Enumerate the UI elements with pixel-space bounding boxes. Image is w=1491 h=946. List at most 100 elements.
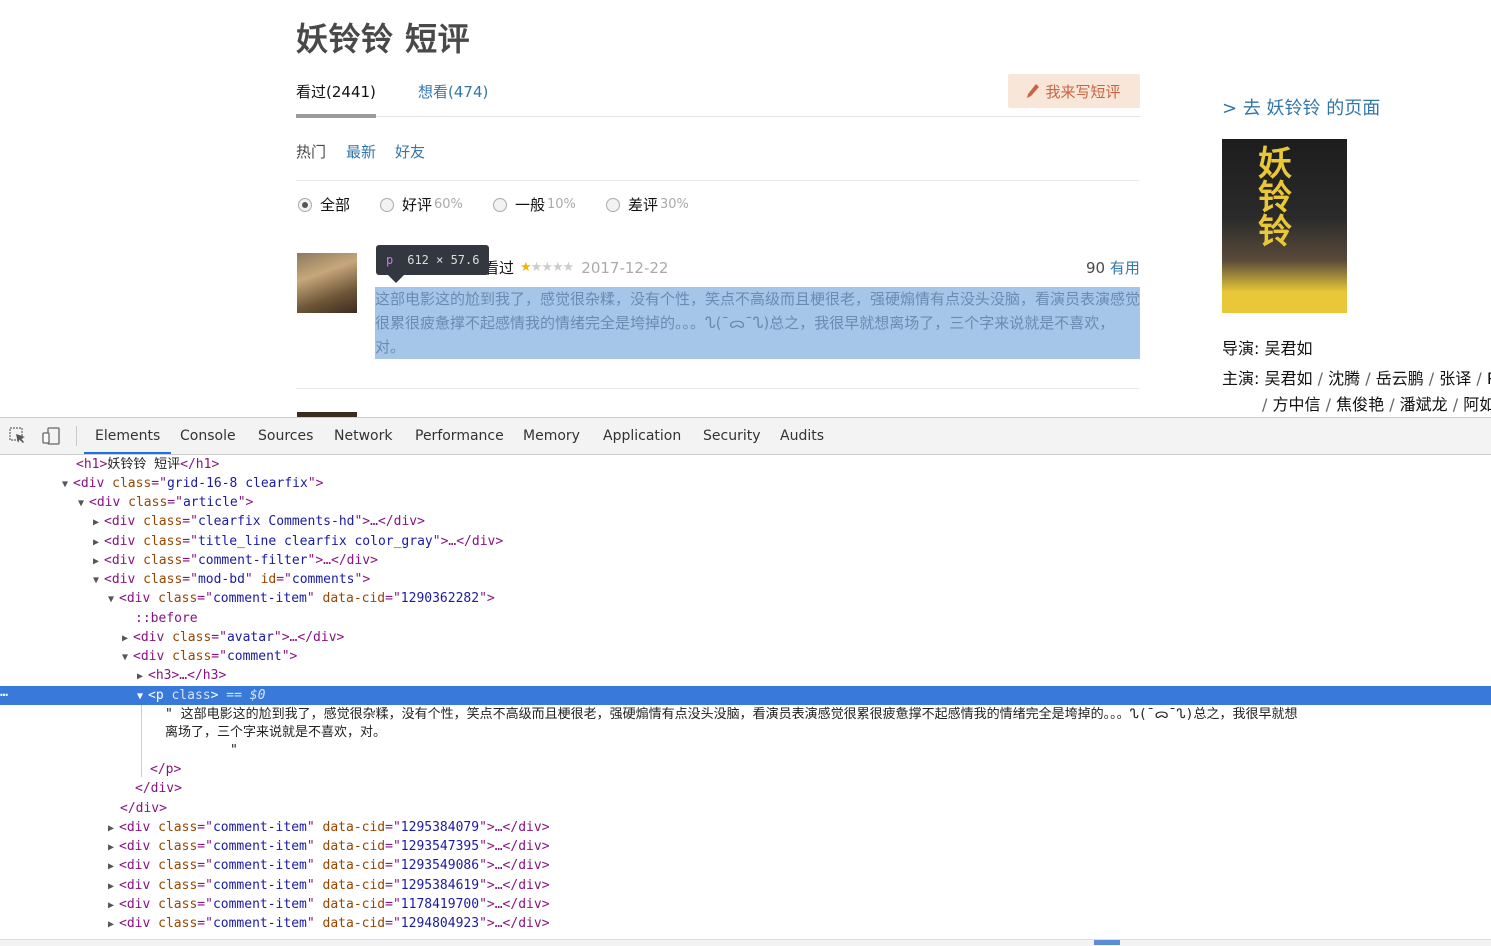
filter-label: 差评: [628, 196, 659, 214]
collapsed-triangle-icon[interactable]: ▶: [93, 533, 104, 552]
tab-elements[interactable]: Elements: [84, 418, 172, 454]
expanded-triangle-icon[interactable]: ▼: [108, 590, 119, 609]
goto-movie-page-link[interactable]: > 去 妖铃铃 的页面: [1222, 94, 1380, 120]
collapsed-triangle-icon[interactable]: ▶: [108, 838, 119, 857]
expanded-triangle-icon[interactable]: ▼: [78, 494, 89, 513]
device-toolbar-icon[interactable]: [42, 427, 60, 445]
sort-friends[interactable]: 好友: [395, 141, 425, 162]
dom-node-h1[interactable]: <h1>妖铃铃 短评</h1>: [76, 455, 219, 474]
radio-button[interactable]: [380, 197, 394, 212]
filter-label: 全部: [320, 196, 351, 214]
collapsed-triangle-icon[interactable]: ▶: [108, 915, 119, 934]
tab-want-to-watch[interactable]: 想看(474): [418, 81, 488, 102]
collapsed-triangle-icon[interactable]: ▶: [93, 513, 104, 532]
dom-pseudo-before[interactable]: ::before: [135, 609, 198, 628]
dom-node-comment-item[interactable]: ▶ <div class="comment-item" data-cid="129…: [108, 856, 550, 875]
filter-neutral[interactable]: 一般 10%: [493, 194, 576, 215]
collapsed-triangle-icon[interactable]: ▶: [93, 552, 104, 571]
inspect-element-icon[interactable]: [9, 427, 27, 445]
dom-node-comment-item[interactable]: ▶ <div class="comment-item" data-cid="129…: [108, 818, 550, 837]
radio-button-checked[interactable]: [298, 197, 312, 212]
write-review-label: 我来写短评: [1045, 82, 1121, 101]
dom-node-comment[interactable]: ▼ <div class="comment">: [122, 647, 297, 666]
devtools-toolbar: Elements Console Sources Network Perform…: [0, 418, 1491, 455]
horizontal-scrollbar[interactable]: [0, 939, 1491, 946]
cast-link[interactable]: 沈腾: [1328, 369, 1360, 388]
avatar[interactable]: [297, 253, 357, 313]
tab-performance[interactable]: Performance: [415, 418, 504, 454]
tab-memory[interactable]: Memory: [523, 418, 580, 454]
cast-link[interactable]: 潘斌龙: [1400, 395, 1448, 414]
dom-node-mod-bd[interactable]: ▼ <div class="mod-bd" id="comments">: [93, 570, 370, 589]
dom-close-p[interactable]: </p>: [150, 760, 181, 779]
collapsed-triangle-icon[interactable]: ▶: [108, 877, 119, 896]
toolbar-separator: [76, 426, 77, 446]
cast-link[interactable]: 焦俊艳: [1336, 395, 1384, 414]
expanded-triangle-icon[interactable]: ▼: [93, 571, 104, 590]
director-link[interactable]: 吴君如: [1265, 339, 1313, 358]
comment-info: 看过 ★★★★★ 2017-12-22: [484, 257, 668, 278]
collapsed-triangle-icon[interactable]: ▶: [137, 667, 148, 686]
expanded-triangle-icon[interactable]: ▼: [62, 475, 73, 494]
cast-link[interactable]: 岳云鹏: [1376, 369, 1424, 388]
filter-percent: 30%: [660, 197, 689, 212]
tab-watched[interactable]: 看过(2441): [296, 81, 376, 102]
movie-comments-page: 妖铃铃 短评 看过(2441) 想看(474) 我来写短评 热门 最新 好友 全…: [0, 0, 1491, 417]
dom-text-node-line2[interactable]: 离场了，三个字来说就是不喜欢，对。: [165, 723, 386, 742]
sort-hot[interactable]: 热门: [296, 141, 326, 162]
radio-button[interactable]: [606, 197, 620, 212]
dom-node-avatar[interactable]: ▶ <div class="avatar">…</div>: [122, 628, 344, 647]
dom-node-article[interactable]: ▼ <div class="article">: [78, 493, 253, 512]
scrollbar-thumb[interactable]: [1094, 940, 1120, 945]
inspector-tooltip: p 612 × 57.6: [376, 245, 490, 275]
collapsed-triangle-icon[interactable]: ▶: [108, 857, 119, 876]
filter-positive[interactable]: 好评 60%: [380, 194, 463, 215]
dom-node-comment-item[interactable]: ▶ <div class="comment-item" data-cid="129…: [108, 914, 550, 933]
collapsed-triangle-icon[interactable]: ▶: [122, 629, 133, 648]
rating-stars: ★★★★★: [520, 260, 575, 275]
dom-node-comment-item[interactable]: ▶ <div class="comment-item" data-cid="129…: [108, 876, 550, 895]
dom-node-comment-filter[interactable]: ▶ <div class="comment-filter">…</div>: [93, 551, 378, 570]
dom-node-comment-item[interactable]: ▼ <div class="comment-item" data-cid="129…: [108, 589, 495, 608]
dom-node-comments-hd[interactable]: ▶ <div class="clearfix Comments-hd">…</di…: [93, 512, 425, 531]
sort-newest[interactable]: 最新: [346, 141, 376, 162]
vote-useful-link[interactable]: 有用: [1110, 259, 1140, 277]
tab-network[interactable]: Network: [334, 418, 392, 454]
collapsed-triangle-icon[interactable]: ▶: [108, 896, 119, 915]
cast-link[interactable]: 张译: [1439, 369, 1471, 388]
selected-dom-node-p[interactable]: ⋯ ▼ <p class> == $0: [0, 686, 1491, 705]
comment-text: 这部电影这的尬到我了，感觉很杂糅，没有个性，笑点不高级而且梗很老，强硬煽情有点没…: [375, 290, 1141, 356]
filter-negative[interactable]: 差评 30%: [606, 194, 689, 215]
tab-audits[interactable]: Audits: [780, 418, 824, 454]
dom-close-div[interactable]: </div>: [120, 799, 167, 818]
expanded-triangle-icon[interactable]: ▼: [137, 687, 148, 706]
tab-application[interactable]: Application: [603, 418, 681, 454]
dom-node-grid[interactable]: ▼ <div class="grid-16-8 clearfix">: [62, 474, 323, 493]
dom-close-div[interactable]: </div>: [135, 779, 182, 798]
cast-info: 主演: 吴君如 / 沈腾 / 岳云鹏 / 张译 / P: [1222, 365, 1491, 389]
tabs-divider: [376, 116, 1140, 117]
expanded-triangle-icon[interactable]: ▼: [122, 648, 133, 667]
dom-node-comment-item[interactable]: ▶ <div class="comment-item" data-cid="129…: [108, 837, 550, 856]
dom-node-comment-item[interactable]: ▶ <div class="comment-item" data-cid="117…: [108, 895, 550, 914]
dom-text-node-line3[interactable]: ": [230, 741, 238, 760]
star-icon: ★★★★: [530, 260, 575, 275]
cast-link[interactable]: 方中信: [1272, 395, 1320, 414]
radio-button[interactable]: [493, 197, 507, 212]
dom-node-title-line[interactable]: ▶ <div class="title_line clearfix color_g…: [93, 532, 503, 551]
devtools-panel: Elements Console Sources Network Perform…: [0, 417, 1491, 946]
collapsed-triangle-icon[interactable]: ▶: [108, 819, 119, 838]
movie-poster[interactable]: 妖铃铃: [1222, 139, 1347, 313]
filter-all[interactable]: 全部: [298, 194, 350, 215]
tab-sources[interactable]: Sources: [258, 418, 313, 454]
cast-link[interactable]: P: [1487, 369, 1491, 388]
more-actions-icon[interactable]: ⋯: [0, 686, 8, 705]
write-review-button[interactable]: 我来写短评: [1008, 74, 1140, 108]
dom-text-node-line1[interactable]: " 这部电影这的尬到我了，感觉很杂糅，没有个性，笑点不高级而且梗很老，强硬煽情有…: [165, 705, 1298, 724]
dom-node-h3[interactable]: ▶ <h3>…</h3>: [137, 666, 226, 685]
tab-console[interactable]: Console: [180, 418, 236, 454]
tab-security[interactable]: Security: [703, 418, 761, 454]
cast-info-line2: / 方中信 / 焦俊艳 / 潘斌龙 / 阿如: [1262, 391, 1491, 415]
cast-link[interactable]: 吴君如: [1265, 369, 1313, 388]
cast-link[interactable]: 阿如: [1463, 395, 1491, 414]
